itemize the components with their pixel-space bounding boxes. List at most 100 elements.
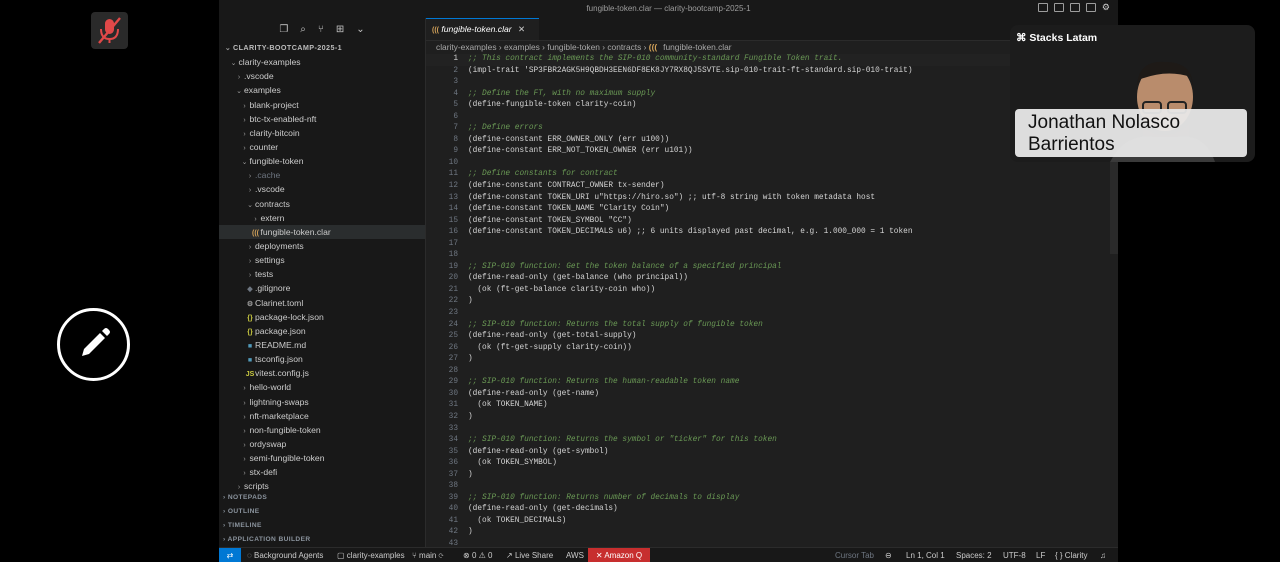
project-name[interactable]: ▢ clarity-examples: [337, 548, 405, 562]
file-item[interactable]: JSvitest.config.js: [219, 366, 425, 380]
toggle-sidebar-icon[interactable]: [1037, 3, 1048, 12]
folder-item[interactable]: › ordyswap: [219, 437, 425, 451]
breadcrumb-item[interactable]: clarity-examples: [436, 42, 497, 52]
code-line[interactable]: 22): [426, 296, 1118, 308]
code-line[interactable]: 29 ;; SIP-010 function: Returns the human…: [426, 377, 1118, 389]
folder-item[interactable]: › btc-tx-enabled-nft: [219, 112, 425, 126]
folder-item[interactable]: › .vscode: [219, 182, 425, 196]
git-branch[interactable]: ⑂ main ⟳: [412, 548, 443, 562]
folder-item[interactable]: › semi-fungible-token: [219, 451, 425, 465]
indentation[interactable]: Spaces: 2: [956, 548, 992, 562]
section-notepads[interactable]: › NOTEPADS: [219, 491, 425, 505]
tab-fungible-token[interactable]: ((( fungible-token.clar ✕: [426, 18, 539, 40]
chevron-down-icon[interactable]: ⌄: [356, 24, 364, 35]
breadcrumb-item[interactable]: fungible-token.clar: [663, 42, 731, 52]
code-line[interactable]: 27): [426, 354, 1118, 366]
folder-item[interactable]: › deployments: [219, 239, 425, 253]
muted-mic-icon[interactable]: [91, 12, 128, 49]
close-icon[interactable]: ✕: [518, 24, 525, 34]
annotate-pencil-icon[interactable]: [57, 308, 130, 381]
aws-status[interactable]: AWS: [566, 548, 584, 562]
code-line[interactable]: 12 (define-constant CONTRACT_OWNER tx-sen…: [426, 181, 1118, 193]
file-item[interactable]: ■ README.md: [219, 338, 425, 352]
folder-item[interactable]: › blank-project: [219, 98, 425, 112]
folder-item[interactable]: › counter: [219, 140, 425, 154]
breadcrumb-item[interactable]: examples: [504, 42, 540, 52]
code-line[interactable]: 17: [426, 239, 1118, 251]
folder-item[interactable]: › clarity-bitcoin: [219, 126, 425, 140]
problems-count[interactable]: ⊗ 0 ⚠ 0: [463, 548, 492, 562]
folder-item[interactable]: › hello-world: [219, 380, 425, 394]
folder-item[interactable]: ⌄ contracts: [219, 197, 425, 211]
file-item[interactable]: {} package.json: [219, 324, 425, 338]
folder-item[interactable]: › .vscode: [219, 69, 425, 83]
extensions-icon[interactable]: ⊞: [336, 24, 344, 35]
code-line[interactable]: 41 (ok TOKEN_DECIMALS): [426, 516, 1118, 528]
code-line[interactable]: 37): [426, 470, 1118, 482]
code-line[interactable]: 35 (define-read-only (get-symbol): [426, 447, 1118, 459]
folder-item[interactable]: ⌄ clarity-examples: [219, 55, 425, 69]
code-line[interactable]: 16 (define-constant TOKEN_DECIMALS u6) ;;…: [426, 227, 1118, 239]
code-line[interactable]: 26 (ok (ft-get-supply clarity-coin)): [426, 343, 1118, 355]
code-line[interactable]: 20 (define-read-only (get-balance (who pr…: [426, 273, 1118, 285]
code-line[interactable]: 36 (ok TOKEN_SYMBOL): [426, 458, 1118, 470]
files-icon[interactable]: ❐: [279, 24, 288, 35]
folder-item[interactable]: › tests: [219, 267, 425, 281]
notifications-icon[interactable]: ♫: [1100, 548, 1106, 562]
code-line[interactable]: 33: [426, 424, 1118, 436]
file-item[interactable]: {} package-lock.json: [219, 310, 425, 324]
cursor-position[interactable]: Ln 1, Col 1: [906, 548, 945, 562]
section-application-builder[interactable]: › APPLICATION BUILDER: [219, 533, 425, 547]
folder-item[interactable]: › nft-marketplace: [219, 409, 425, 423]
amazon-q-status[interactable]: ✕ Amazon Q: [588, 548, 650, 562]
file-item[interactable]: ⚙ Clarinet.toml: [219, 296, 425, 310]
code-line[interactable]: 28: [426, 366, 1118, 378]
folder-item[interactable]: › stx-defi: [219, 465, 425, 479]
breadcrumb-item[interactable]: fungible-token: [547, 42, 600, 52]
code-line[interactable]: 11 ;; Define constants for contract: [426, 169, 1118, 181]
code-line[interactable]: 15 (define-constant TOKEN_SYMBOL "CC"): [426, 216, 1118, 228]
code-line[interactable]: 30 (define-read-only (get-name): [426, 389, 1118, 401]
customize-layout-icon[interactable]: [1085, 3, 1096, 12]
code-line[interactable]: 23: [426, 308, 1118, 320]
encoding[interactable]: UTF-8: [1003, 548, 1026, 562]
remote-indicator-icon[interactable]: ⇄: [219, 548, 241, 562]
section-timeline[interactable]: › TIMELINE: [219, 519, 425, 533]
zoom-icon[interactable]: ⊖: [885, 548, 892, 562]
live-share[interactable]: ↗ Live Share: [506, 548, 553, 562]
file-item[interactable]: ◆ .gitignore: [219, 281, 425, 295]
code-line[interactable]: 21 (ok (ft-get-balance clarity-coin who)…: [426, 285, 1118, 297]
toggle-secondary-sidebar-icon[interactable]: [1069, 3, 1080, 12]
file-item[interactable]: ■ tsconfig.json: [219, 352, 425, 366]
code-line[interactable]: 14 (define-constant TOKEN_NAME "Clarity C…: [426, 204, 1118, 216]
cursor-tab[interactable]: Cursor Tab: [835, 548, 874, 562]
code-line[interactable]: 38: [426, 481, 1118, 493]
settings-gear-icon[interactable]: ⚙: [1102, 3, 1110, 12]
folder-item[interactable]: › .cache: [219, 168, 425, 182]
workspace-root[interactable]: ⌄ CLARITY-BOOTCAMP-2025-1: [219, 41, 425, 55]
folder-item[interactable]: › non-fungible-token: [219, 423, 425, 437]
folder-item[interactable]: ⌄ fungible-token: [219, 154, 425, 168]
breadcrumb-item[interactable]: contracts: [607, 42, 641, 52]
code-line[interactable]: 31 (ok TOKEN_NAME): [426, 400, 1118, 412]
toggle-panel-icon[interactable]: [1053, 3, 1064, 12]
folder-item[interactable]: › extern: [219, 211, 425, 225]
code-line[interactable]: 13 (define-constant TOKEN_URI u"https://h…: [426, 193, 1118, 205]
file-item[interactable]: (((fungible-token.clar: [219, 224, 425, 239]
code-line[interactable]: 24 ;; SIP-010 function: Returns the total…: [426, 320, 1118, 332]
folder-item[interactable]: ⌄ examples: [219, 83, 425, 97]
line-endings[interactable]: LF: [1036, 548, 1045, 562]
code-line[interactable]: 34 ;; SIP-010 function: Returns the symbo…: [426, 435, 1118, 447]
search-icon[interactable]: ⌕: [300, 24, 306, 35]
code-line[interactable]: 18: [426, 250, 1118, 262]
source-control-icon[interactable]: ⑂: [318, 24, 324, 35]
language-mode[interactable]: { } Clarity: [1055, 548, 1087, 562]
code-line[interactable]: 40 (define-read-only (get-decimals): [426, 504, 1118, 516]
section-outline[interactable]: › OUTLINE: [219, 505, 425, 519]
code-line[interactable]: 42): [426, 527, 1118, 539]
code-line[interactable]: 32): [426, 412, 1118, 424]
code-line[interactable]: 19 ;; SIP-010 function: Get the token bal…: [426, 262, 1118, 274]
folder-item[interactable]: › settings: [219, 253, 425, 267]
code-line[interactable]: 39 ;; SIP-010 function: Returns number of…: [426, 493, 1118, 505]
background-agents[interactable]: ◌ Background Agents: [247, 548, 323, 562]
